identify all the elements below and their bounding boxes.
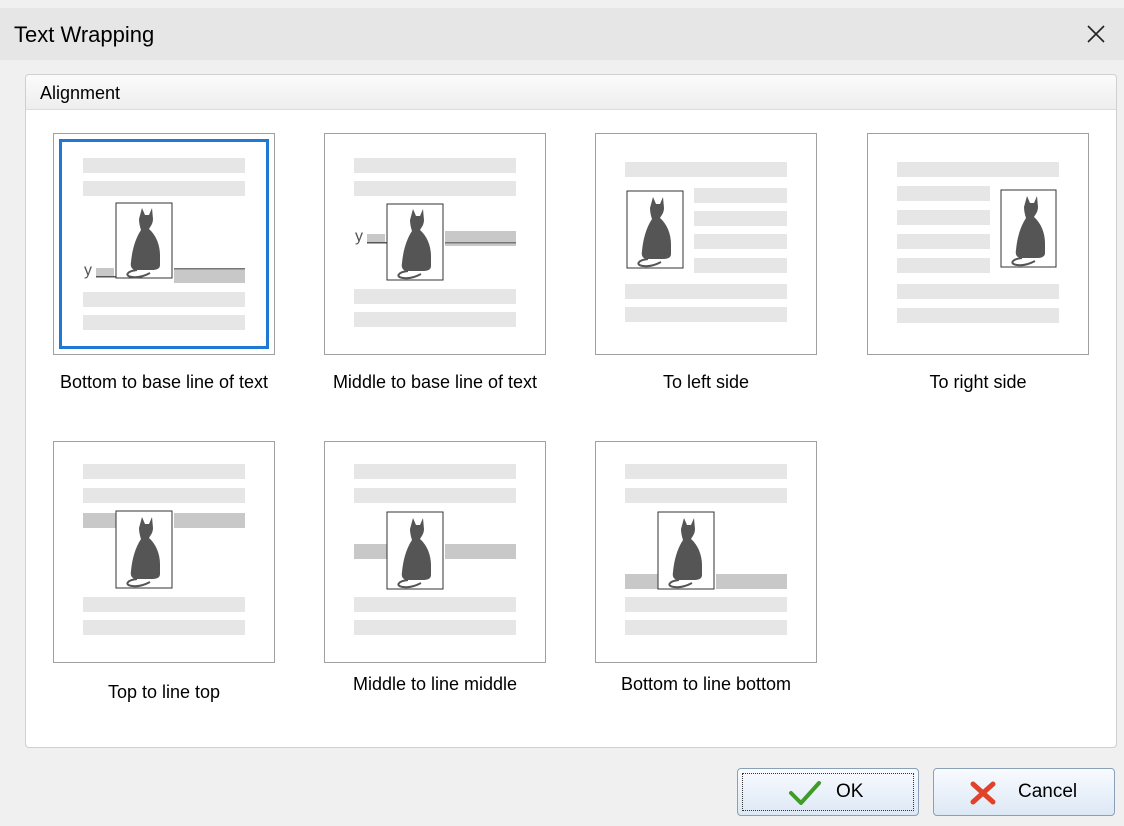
sample-glyph: y [84,262,92,279]
option-label: Top to line top [107,682,221,702]
cancel-button[interactable]: Cancel [933,768,1115,816]
option-label: Middle to line middle [352,674,518,694]
alignment-group-header: Alignment [26,75,1116,110]
checkmark-icon [789,781,821,805]
alignment-group-label: Alignment [40,83,121,103]
preview-illustration [625,464,787,635]
option-tile[interactable] [53,441,275,663]
option-label: To left side [662,372,750,392]
option-tile[interactable] [595,133,817,355]
option-tile[interactable] [595,441,817,663]
text-wrapping-dialog: Text Wrapping Alignment y Bottom to base… [0,0,1124,826]
sample-glyph: y [355,228,363,245]
dialog-title: Text Wrapping [14,22,155,47]
preview-illustration [83,464,245,635]
preview-illustration: y [354,158,516,327]
alignment-group: Alignment y Bottom to base line of text … [25,74,1117,748]
close-button[interactable] [1076,14,1116,54]
title-bar: Text Wrapping [0,8,1124,60]
ok-button-label: OK [836,781,864,802]
preview-illustration: y [83,158,245,330]
cat-picture-icon [126,208,160,279]
option-label: Bottom to line bottom [620,674,792,694]
ok-button[interactable]: OK [737,768,919,816]
red-x-icon [970,781,996,805]
option-label: Bottom to base line of text [59,372,269,392]
option-tile[interactable] [867,133,1089,355]
option-tile[interactable] [324,441,546,663]
close-icon [1087,25,1105,43]
preview-illustration [354,464,516,635]
focus-rectangle [742,773,914,811]
option-tile[interactable]: y [53,133,275,355]
option-tile[interactable]: y [324,133,546,355]
preview-illustration [625,162,787,322]
option-label: To right side [929,372,1027,392]
option-label: Middle to base line of text [332,372,538,392]
preview-illustration [897,162,1059,323]
cancel-button-label: Cancel [1018,781,1078,802]
